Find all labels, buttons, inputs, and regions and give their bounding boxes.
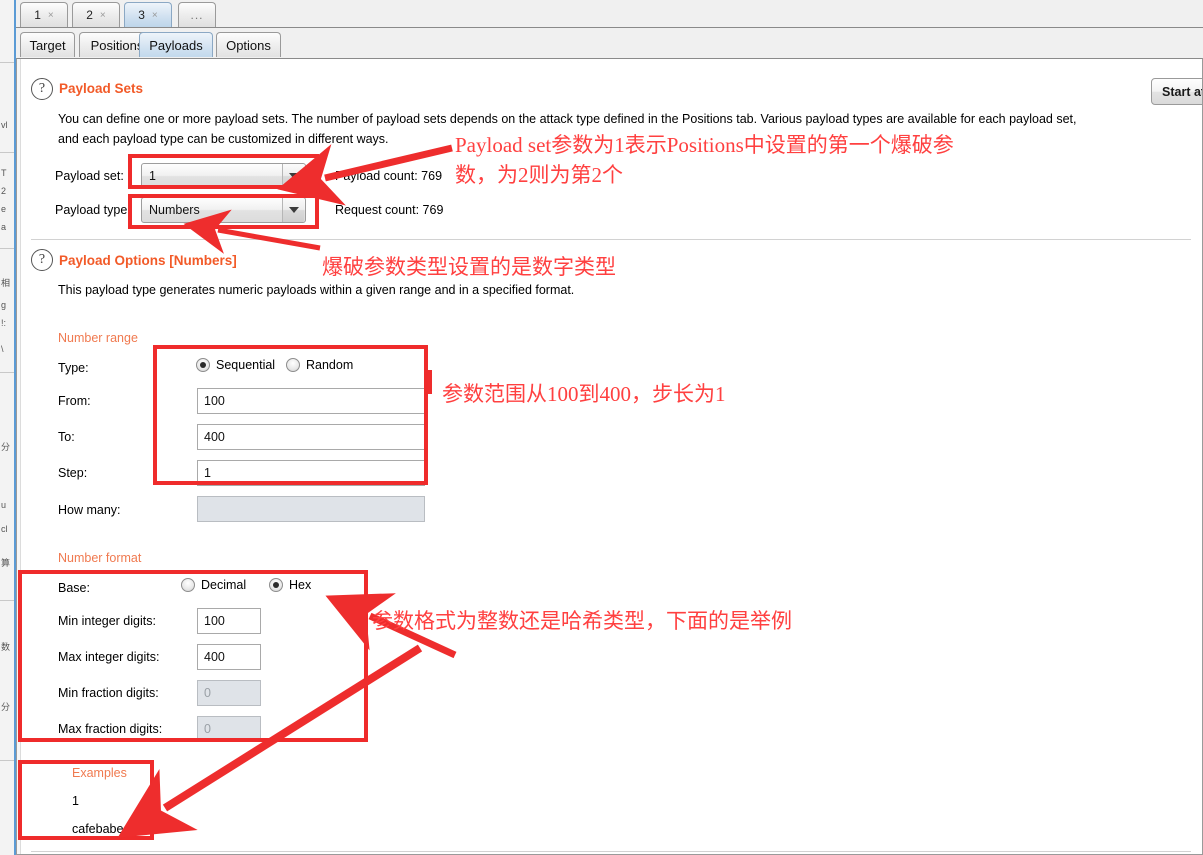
- help-icon-glyph: ?: [38, 252, 46, 267]
- max-integer-digits-label: Max integer digits:: [58, 650, 160, 664]
- payload-sets-description-line2: and each payload type can be customized …: [58, 132, 389, 146]
- tab-options[interactable]: Options: [216, 32, 281, 57]
- payload-count: Payload count: 769: [335, 169, 443, 183]
- max-integer-digits-value: 400: [204, 650, 225, 664]
- to-label: To:: [58, 430, 75, 444]
- request-tab-3-label: 3: [138, 8, 145, 22]
- type-label: Type:: [58, 361, 89, 375]
- type-radio-random-label: Random: [306, 358, 354, 372]
- base-radio-decimal[interactable]: Decimal: [181, 578, 246, 592]
- max-fraction-digits-label: Max fraction digits:: [58, 722, 163, 736]
- app-root: vl T 2 e a 相 g !: \ 分 u cl 算 数 分 1 × 2 ×…: [0, 0, 1203, 855]
- close-icon[interactable]: ×: [100, 10, 106, 21]
- tab-target[interactable]: Target: [20, 32, 75, 57]
- to-input[interactable]: 400: [197, 424, 425, 450]
- payload-type-select[interactable]: Numbers: [141, 197, 306, 223]
- example-value-1: 1: [72, 794, 79, 808]
- step-input[interactable]: 1: [197, 460, 425, 486]
- tab-positions-label: Positions: [90, 37, 144, 53]
- section-divider: [31, 239, 1191, 240]
- min-integer-digits-value: 100: [204, 614, 225, 628]
- payload-sets-description-line1: You can define one or more payload sets.…: [58, 112, 1077, 126]
- close-icon[interactable]: ×: [48, 10, 54, 21]
- base-radio-hex-label: Hex: [289, 578, 312, 592]
- radio-icon-selected[interactable]: [196, 358, 210, 372]
- number-range-group-label: Number range: [58, 331, 138, 345]
- request-tab-more-label: ...: [190, 8, 204, 22]
- tab-payloads[interactable]: Payloads: [139, 32, 213, 57]
- min-fraction-digits-value: 0: [204, 686, 211, 700]
- payload-set-value: 1: [149, 169, 156, 183]
- payload-set-select[interactable]: 1: [141, 163, 306, 189]
- from-input[interactable]: 100: [197, 388, 425, 414]
- payload-options-title: Payload Options [Numbers]: [59, 253, 237, 268]
- tab-target-label: Target: [29, 37, 66, 53]
- radio-icon-selected[interactable]: [269, 578, 283, 592]
- payload-sets-title: Payload Sets: [59, 81, 144, 96]
- type-radio-random[interactable]: Random: [286, 358, 353, 372]
- radio-icon[interactable]: [181, 578, 195, 592]
- chevron-down-icon[interactable]: [282, 198, 304, 222]
- from-label: From:: [58, 394, 91, 408]
- start-attack-button[interactable]: Start att: [1151, 78, 1202, 105]
- request-tab-1-label: 1: [34, 8, 41, 22]
- start-attack-button-label: Start att: [1162, 84, 1202, 99]
- request-tab-strip: 1 × 2 × 3 × ...: [16, 0, 1203, 28]
- examples-group-label: Examples: [72, 766, 127, 780]
- step-label: Step:: [58, 466, 88, 480]
- request-tab-more[interactable]: ...: [178, 2, 216, 27]
- base-radio-decimal-label: Decimal: [201, 578, 247, 592]
- payload-type-value: Numbers: [149, 203, 200, 217]
- close-icon[interactable]: ×: [152, 10, 158, 21]
- min-fraction-digits-label: Min fraction digits:: [58, 686, 159, 700]
- radio-icon[interactable]: [286, 358, 300, 372]
- tab-payloads-label: Payloads: [149, 37, 203, 53]
- type-radio-sequential-label: Sequential: [216, 358, 276, 372]
- chevron-down-icon[interactable]: [282, 164, 304, 188]
- how-many-label: How many:: [58, 503, 121, 517]
- base-label: Base:: [58, 581, 90, 595]
- request-tab-2-label: 2: [86, 8, 93, 22]
- section-tab-bar: Target Positions Payloads Options: [16, 29, 1203, 58]
- to-input-value: 400: [204, 430, 225, 444]
- help-icon[interactable]: ?: [31, 249, 53, 271]
- min-fraction-digits-input[interactable]: 0: [197, 680, 261, 706]
- request-count: Request count: 769: [335, 203, 444, 217]
- max-fraction-digits-input[interactable]: 0: [197, 716, 261, 742]
- max-fraction-digits-value: 0: [204, 722, 211, 736]
- base-radio-hex[interactable]: Hex: [269, 578, 311, 592]
- help-icon-glyph: ?: [38, 81, 46, 96]
- panel-left-edge: [17, 59, 21, 854]
- max-integer-digits-input[interactable]: 400: [197, 644, 261, 670]
- bottom-divider: [31, 851, 1191, 852]
- payload-set-label: Payload set:: [55, 169, 124, 183]
- request-tab-1[interactable]: 1 ×: [20, 2, 68, 27]
- number-format-group-label: Number format: [58, 551, 142, 565]
- payload-type-label: Payload type: [55, 203, 128, 217]
- min-integer-digits-label: Min integer digits:: [58, 614, 156, 628]
- example-value-2: cafebabe: [72, 822, 124, 836]
- tab-options-label: Options: [226, 37, 271, 53]
- min-integer-digits-input[interactable]: 100: [197, 608, 261, 634]
- type-radio-sequential[interactable]: Sequential: [196, 358, 275, 372]
- step-input-value: 1: [204, 466, 211, 480]
- how-many-input[interactable]: [197, 496, 425, 522]
- help-icon[interactable]: ?: [31, 78, 53, 100]
- background-window-sliver: vl T 2 e a 相 g !: \ 分 u cl 算 数 分: [0, 0, 16, 855]
- payload-options-description: This payload type generates numeric payl…: [58, 283, 575, 297]
- request-tab-2[interactable]: 2 ×: [72, 2, 120, 27]
- payloads-panel: ? Payload Sets You can define one or mor…: [16, 58, 1203, 855]
- from-input-value: 100: [204, 394, 225, 408]
- request-tab-3[interactable]: 3 ×: [124, 2, 172, 27]
